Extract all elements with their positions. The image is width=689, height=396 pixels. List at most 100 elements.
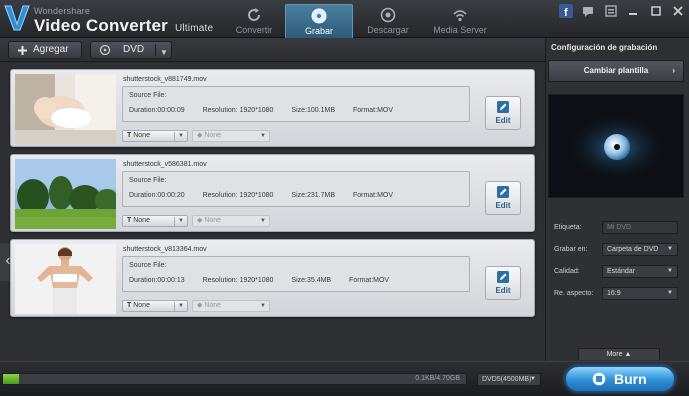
bottom-bar: 0.1KB/4.70GB DVD5(4500MB) ▼ Burn <box>0 361 689 396</box>
audio-track-select[interactable]: ◆ None ▼ <box>192 300 270 312</box>
tab-label: Descargar <box>367 25 409 35</box>
menu-preview <box>548 94 684 198</box>
title-bar: Wondershare Video Converter Ultimate Con… <box>0 0 689 38</box>
list-item[interactable]: shutterstock_v813364.mov Source File: Du… <box>10 239 535 317</box>
window-controls: f <box>555 4 685 18</box>
burn-settings-panel: Configuración de grabación Cambiar plant… <box>545 38 689 361</box>
wifi-icon <box>453 10 467 22</box>
duration: Duration:00:00:20 <box>129 192 185 199</box>
file-size: Size:231.7MB <box>291 192 335 199</box>
file-info-row: Duration:00:00:09 Resolution: 1920*1080 … <box>129 107 409 114</box>
chevron-down-icon: ▼ <box>260 218 266 224</box>
dvd-disc-icon <box>99 45 111 55</box>
edit-icon <box>497 101 509 113</box>
tab-label: Media Server <box>433 25 487 35</box>
output-format-value: DVD <box>123 44 145 55</box>
file-format: Format:MOV <box>349 277 390 284</box>
quality-label: Calidad: <box>554 268 580 275</box>
chevron-right-icon: › <box>672 66 675 75</box>
file-format: Format:MOV <box>352 192 394 199</box>
chevron-down-icon: ▼ <box>530 376 536 382</box>
more-button[interactable]: More ▲ <box>578 348 660 360</box>
resolution: Resolution: 1920*1080 <box>202 277 274 284</box>
source-file-label: Source File: <box>129 262 167 269</box>
divider <box>155 44 156 56</box>
burn-label: Burn <box>614 371 647 387</box>
disc-label-input[interactable]: Mi DVD <box>602 221 678 234</box>
aspect-ratio-label: Re. aspecto: <box>554 290 594 297</box>
file-name: shutterstock_v586381.mov <box>123 161 207 168</box>
video-thumbnail <box>15 244 116 314</box>
file-list: ‹ shutterstock_v881749.mov Source File: … <box>0 63 545 361</box>
dvd-preview-icon <box>549 95 683 197</box>
subtitle-select[interactable]: T None ▼ <box>122 300 188 312</box>
video-thumbnail <box>15 159 116 229</box>
list-item[interactable]: shutterstock_v586381.mov Source File: Du… <box>10 154 535 232</box>
chevron-down-icon: ▼ <box>260 133 266 139</box>
refresh-icon <box>248 8 261 21</box>
chevron-up-icon: ▲ <box>624 351 632 358</box>
edit-icon <box>497 271 509 283</box>
disc-space-bar: 0.1KB/4.70GB <box>2 373 467 385</box>
facebook-icon[interactable]: f <box>558 4 573 18</box>
disc-space-text: 0.1KB/4.70GB <box>415 375 460 382</box>
subtitle-select[interactable]: T None ▼ <box>122 215 188 227</box>
source-file-label: Source File: <box>129 92 167 99</box>
list-item[interactable]: shutterstock_v881749.mov Source File: Du… <box>10 69 535 147</box>
chevron-down-icon: ▼ <box>667 268 673 274</box>
file-format: Format:MOV <box>352 107 394 114</box>
file-size: Size:100.1MB <box>291 107 335 114</box>
quality-select[interactable]: Estándar ▼ <box>602 265 678 278</box>
brand-edition: Ultimate <box>174 23 214 34</box>
source-file-label: Source File: <box>129 177 167 184</box>
duration: Duration:00:00:09 <box>129 107 185 114</box>
video-thumbnail <box>15 74 116 144</box>
settings-icon[interactable] <box>604 4 618 18</box>
tab-media-server[interactable]: Media Server <box>426 4 494 38</box>
file-name: shutterstock_v881749.mov <box>123 76 207 83</box>
maximize-icon[interactable] <box>649 4 663 18</box>
chevron-down-icon: ▼ <box>260 303 266 309</box>
burn-to-select[interactable]: Carpeta de DVD ▼ <box>602 243 678 256</box>
disc-icon <box>311 8 327 24</box>
file-name: shutterstock_v813364.mov <box>123 246 207 253</box>
minimize-icon[interactable] <box>626 4 640 18</box>
file-info-box: Source File: Duration:00:00:20 Resolutio… <box>122 171 470 207</box>
tab-grabar[interactable]: Grabar <box>285 4 353 38</box>
add-files-button[interactable]: Agregar <box>8 41 82 59</box>
edit-label: Edit <box>495 286 511 295</box>
tab-convertir[interactable]: Convertir <box>220 4 288 38</box>
resolution: Resolution: 1920*1080 <box>202 107 274 114</box>
tab-label: Convertir <box>235 25 273 35</box>
subtitle-select[interactable]: T None ▼ <box>122 130 188 142</box>
label-field-label: Etiqueta: <box>554 224 582 231</box>
resolution: Resolution: 1920*1080 <box>202 192 274 199</box>
chevron-down-icon: ▼ <box>178 133 184 139</box>
svg-text:f: f <box>564 7 568 18</box>
audio-track-select[interactable]: ◆ None ▼ <box>192 130 270 142</box>
edit-button[interactable]: Edit <box>485 181 521 215</box>
change-template-label: Cambiar plantilla <box>583 66 649 75</box>
disc-type-select[interactable]: DVD5(4500MB) ▼ <box>477 373 541 386</box>
toolbar: Agregar DVD ▼ <box>0 38 545 62</box>
edit-label: Edit <box>495 201 511 210</box>
burn-disc-icon <box>592 372 606 386</box>
output-format-select[interactable]: DVD ▼ <box>90 41 172 59</box>
main-tabs: Convertir Grabar Descargar Media Server <box>220 0 540 38</box>
tab-descargar[interactable]: Descargar <box>354 4 422 38</box>
brand-name: Video Converter Ultimate <box>34 16 214 35</box>
chevron-down-icon: ▼ <box>160 48 168 57</box>
add-files-label: Agregar <box>33 44 69 55</box>
chevron-down-icon: ▼ <box>667 290 673 296</box>
audio-track-select[interactable]: ◆ None ▼ <box>192 215 270 227</box>
close-icon[interactable] <box>671 4 685 18</box>
chat-icon[interactable] <box>581 4 595 18</box>
burn-button[interactable]: Burn <box>565 366 675 392</box>
chevron-down-icon: ▼ <box>178 303 184 309</box>
chevron-down-icon: ▼ <box>178 218 184 224</box>
edit-button[interactable]: Edit <box>485 266 521 300</box>
change-template-button[interactable]: Cambiar plantilla › <box>548 60 684 82</box>
aspect-ratio-select[interactable]: 16:9 ▼ <box>602 287 678 300</box>
edit-button[interactable]: Edit <box>485 96 521 130</box>
panel-title: Configuración de grabación <box>551 43 658 52</box>
